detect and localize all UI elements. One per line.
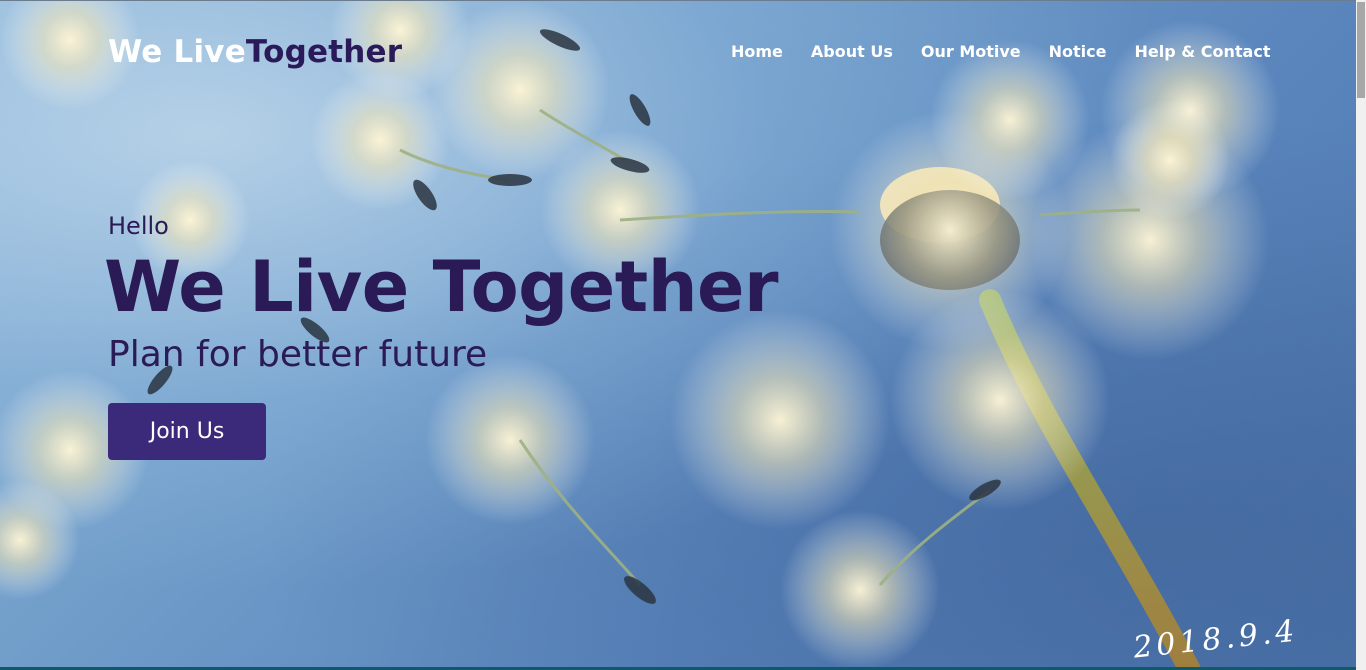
- hero-title: We Live Together: [104, 246, 779, 328]
- nav-notice[interactable]: Notice: [1049, 42, 1107, 61]
- logo-text-accent: Together: [245, 34, 403, 70]
- nav-about-us[interactable]: About Us: [811, 42, 893, 61]
- nav-help-contact[interactable]: Help & Contact: [1135, 42, 1271, 61]
- scrollbar[interactable]: [1356, 0, 1366, 670]
- main-nav: Home About Us Our Motive Notice Help & C…: [731, 42, 1298, 61]
- hero-subtitle: Plan for better future: [108, 334, 488, 375]
- join-us-button[interactable]: Join Us: [108, 403, 266, 460]
- top-border: [0, 0, 1366, 1]
- scrollbar-thumb[interactable]: [1357, 2, 1365, 98]
- nav-our-motive[interactable]: Our Motive: [921, 42, 1021, 61]
- nav-home[interactable]: Home: [731, 42, 783, 61]
- hero-greeting: Hello: [108, 212, 169, 240]
- site-logo[interactable]: We LiveTogether: [108, 34, 402, 70]
- logo-text-primary: We Live: [108, 34, 246, 70]
